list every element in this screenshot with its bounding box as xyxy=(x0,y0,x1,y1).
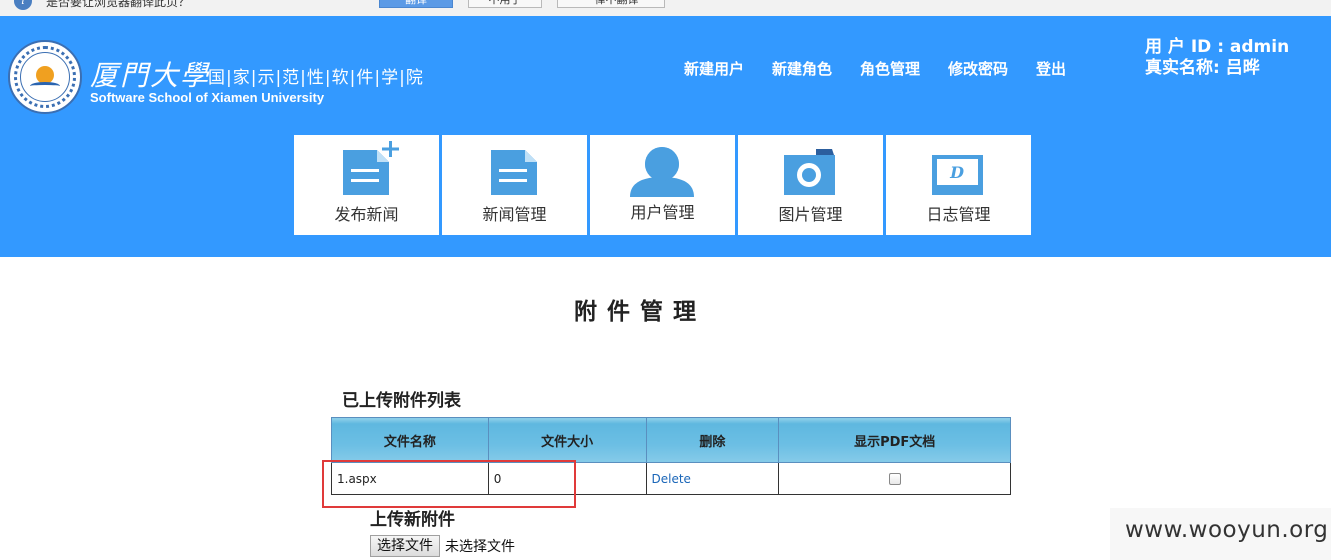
svg-text:D: D xyxy=(949,163,964,182)
delete-cell: Delete xyxy=(645,462,780,495)
tile-label: 新闻管理 xyxy=(482,205,547,224)
info-icon: i xyxy=(14,0,32,10)
annotation-highlight-box xyxy=(322,460,576,508)
university-seal-logo xyxy=(8,40,82,114)
tile-user-management[interactable]: 用户管理 xyxy=(590,135,735,235)
table-header-row: 文件名称 文件大小 删除 显示PDF文档 xyxy=(331,417,1011,463)
nav-new-role[interactable]: 新建角色 xyxy=(772,58,832,79)
column-header-show-pdf: 显示PDF文档 xyxy=(778,417,1011,463)
real-name-line: 真实名称: 吕晔 xyxy=(1145,58,1260,78)
nav-role-management[interactable]: 角色管理 xyxy=(860,58,920,79)
tile-news-management[interactable]: 新闻管理 xyxy=(442,135,587,235)
nav-logout[interactable]: 登出 xyxy=(1036,58,1066,79)
tile-label: 用户管理 xyxy=(630,203,695,222)
uploaded-list-title: 已上传附件列表 xyxy=(342,391,461,411)
nope-button[interactable]: 不用了 xyxy=(468,0,542,8)
user-id-line: 用 户 ID : admin xyxy=(1145,37,1290,57)
tile-image-management[interactable]: 图片管理 xyxy=(738,135,883,235)
column-header-filesize: 文件大小 xyxy=(487,417,647,463)
never-translate-button[interactable]: 一律不翻译 xyxy=(557,0,665,8)
column-header-filename: 文件名称 xyxy=(331,417,489,463)
translate-button[interactable]: 翻译 xyxy=(379,0,453,8)
document-icon xyxy=(491,150,537,195)
show-pdf-cell xyxy=(778,462,1011,495)
university-name-cn: 厦門大學 xyxy=(90,59,211,92)
user-info: 用 户 ID : admin 真实名称: 吕晔 xyxy=(1145,37,1289,79)
translate-prompt: 是否要让浏览器翻译此页？ xyxy=(46,0,191,9)
user-icon xyxy=(630,147,694,197)
add-document-icon xyxy=(343,141,399,195)
page-title: 附件管理 xyxy=(574,298,706,325)
watermark-text: www.wooyun.org xyxy=(1125,517,1329,543)
site-header: 厦門大學 国|家|示|范|性|软|件|学|院 Software School o… xyxy=(0,16,1331,257)
tile-label: 发布新闻 xyxy=(334,205,399,224)
delete-link[interactable]: Delete xyxy=(652,472,691,486)
column-header-delete: 删除 xyxy=(645,417,780,463)
choose-file-button[interactable]: 选择文件 xyxy=(370,535,440,557)
upload-section-title: 上传新附件 xyxy=(370,510,455,530)
school-name-cn: 国|家|示|范|性|软|件|学|院 xyxy=(208,68,424,88)
tile-label: 日志管理 xyxy=(926,205,991,224)
school-name-en: Software School of Xiamen University xyxy=(90,90,325,105)
camera-icon xyxy=(784,149,835,195)
translate-infobar: i 是否要让浏览器翻译此页？ 翻译 不用了 一律不翻译 xyxy=(0,0,1331,16)
no-file-selected-text: 未选择文件 xyxy=(445,539,515,555)
tile-label: 图片管理 xyxy=(778,205,843,224)
tile-log-management[interactable]: D 日志管理 xyxy=(886,135,1031,235)
show-pdf-checkbox[interactable] xyxy=(888,473,901,485)
nav-new-user[interactable]: 新建用户 xyxy=(684,58,744,79)
log-icon: D xyxy=(932,155,983,195)
tile-publish-news[interactable]: 发布新闻 xyxy=(294,135,439,235)
nav-change-password[interactable]: 修改密码 xyxy=(948,58,1008,79)
